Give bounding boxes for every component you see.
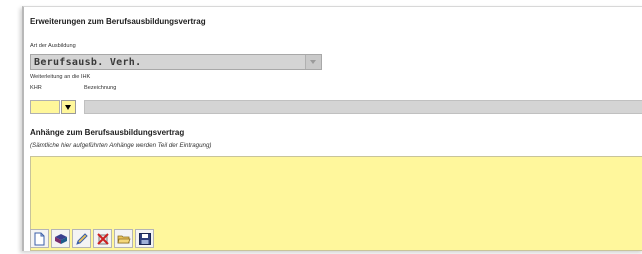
new-document-icon: [34, 232, 45, 245]
edit-button[interactable]: [72, 229, 91, 248]
khr-input[interactable]: [30, 100, 60, 114]
edit-pen-icon: [75, 232, 88, 245]
section-title: Erweiterungen zum Berufsausbildungsvertr…: [30, 17, 206, 26]
open-folder-icon: [116, 235, 131, 243]
book-stack-icon: [54, 233, 67, 244]
chevron-down-icon: [310, 60, 316, 64]
delete-button[interactable]: [93, 229, 112, 248]
delete-icon: [96, 232, 109, 245]
anhaenge-toolbar: [30, 229, 154, 249]
save-button[interactable]: [135, 229, 154, 248]
art-select-value: Berufsausb. Verh.: [34, 57, 142, 68]
book-stack-button[interactable]: [51, 229, 70, 248]
bezeichnung-label: Bezeichnung: [84, 85, 117, 91]
open-folder-button[interactable]: [114, 229, 133, 248]
art-der-ausbildung-select[interactable]: Berufsausb. Verh.: [30, 54, 322, 70]
weiterleitung-label: Weiterleitung an die IHK: [30, 74, 91, 80]
anhaenge-title: Anhänge zum Berufsausbildungsvertrag: [30, 128, 185, 137]
form-panel: Erweiterungen zum Berufsausbildungsvertr…: [22, 6, 642, 251]
dropdown-arrow-icon: [65, 105, 71, 110]
save-disk-icon: [138, 232, 151, 245]
art-select-dropdown-button[interactable]: [305, 55, 321, 69]
bezeichnung-field: [84, 100, 642, 114]
anhaenge-note: (Sämtliche hier aufgeführten Anhänge wer…: [30, 142, 212, 149]
art-label: Art der Ausbildung: [30, 43, 76, 49]
khr-label: KHR: [30, 85, 42, 91]
new-document-button[interactable]: [30, 229, 49, 248]
khr-dropdown-button[interactable]: [61, 100, 76, 114]
